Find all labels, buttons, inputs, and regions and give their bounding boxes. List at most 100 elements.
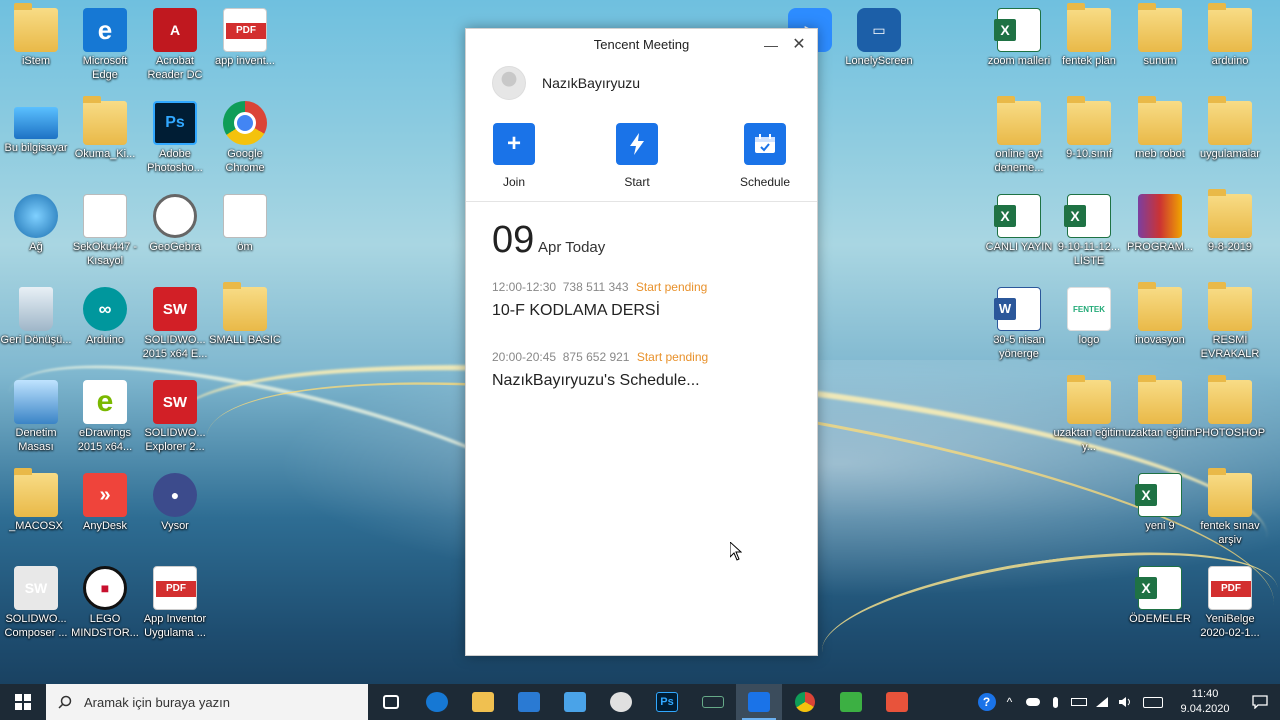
- desktop-icon[interactable]: e eDrawings 2015 x64...: [69, 380, 141, 454]
- start-menu-button[interactable]: [0, 684, 46, 720]
- taskbar-app-pc[interactable]: [552, 684, 598, 720]
- desktop-icon[interactable]: Ağ: [0, 194, 72, 254]
- desktop-icon[interactable]: SW SOLIDWO... Explorer 2...: [139, 380, 211, 454]
- edge-icon: e: [83, 8, 127, 52]
- desktop-icon[interactable]: GeoGebra: [139, 194, 211, 254]
- acro-icon: A: [153, 8, 197, 52]
- meeting-meta: 20:00-20:45 875 652 921 Start pending: [492, 350, 792, 364]
- battery-app-icon: [702, 696, 724, 708]
- taskbar-file-explorer[interactable]: [460, 684, 506, 720]
- desktop-icon[interactable]: iStem: [0, 3, 72, 68]
- desktop-icon[interactable]: 9-10-11-12... LİSTE: [1053, 194, 1125, 268]
- folder-icon: [223, 282, 267, 331]
- taskbar-camtasia[interactable]: [828, 684, 874, 720]
- desktop-icon[interactable]: PROGRAM...: [1124, 194, 1196, 254]
- taskbar-mail[interactable]: [506, 684, 552, 720]
- taskbar-photoshop[interactable]: Ps: [644, 684, 690, 720]
- desktop-icon[interactable]: Ps Adobe Photosho...: [139, 101, 211, 175]
- desktop-icon[interactable]: PHOTOSHOP: [1194, 375, 1266, 440]
- join-button[interactable]: + Join: [479, 123, 549, 189]
- notification-icon[interactable]: [1240, 684, 1280, 720]
- desktop-icon[interactable]: Okuma_Ki...: [69, 96, 141, 161]
- desktop-icon[interactable]: SW SOLIDWO... Composer ...: [0, 566, 72, 640]
- desktop-icon[interactable]: RESMİ EVRAKALR: [1194, 282, 1266, 361]
- desktop-icon[interactable]: SekOku447 - Kısayol: [69, 194, 141, 268]
- desktop-icon[interactable]: fentek sınav arşiv: [1194, 468, 1266, 547]
- task-view-icon: [383, 695, 399, 709]
- date-subtitle: Apr Today: [538, 239, 606, 256]
- close-button[interactable]: ✕: [789, 35, 809, 55]
- meeting-meta: 12:00-12:30 738 511 343 Start pending: [492, 280, 792, 294]
- desktop-icon[interactable]: uygulamalar: [1194, 96, 1266, 161]
- desktop-icon[interactable]: A Acrobat Reader DC: [139, 8, 211, 82]
- desktop-icon-label: 9-10-11-12... LİSTE: [1057, 241, 1121, 267]
- desktop-icon[interactable]: App Inventor Uygulama ...: [139, 566, 211, 640]
- desktop-icon[interactable]: _MACOSX: [0, 468, 72, 533]
- taskbar-edge[interactable]: [414, 684, 460, 720]
- keyboard-icon[interactable]: [1136, 684, 1170, 720]
- desktop-icon[interactable]: 9-10.sınıf: [1053, 96, 1125, 161]
- doc-icon: [223, 194, 267, 238]
- desktop-icon[interactable]: e Microsoft Edge: [69, 8, 141, 82]
- desktop-icon-label: uzaktan eğitim y...: [1053, 427, 1125, 453]
- desktop-icon-label: SOLIDWO... Composer ...: [4, 613, 68, 639]
- desktop-icon[interactable]: ● Vysor: [139, 473, 211, 533]
- desktop-icon[interactable]: online ayt deneme...: [983, 96, 1055, 175]
- desktop-icon[interactable]: 30-5 nisan yönerge: [983, 287, 1055, 361]
- desktop-icon[interactable]: » AnyDesk: [69, 473, 141, 533]
- taskbar-chrome[interactable]: [782, 684, 828, 720]
- volume-icon[interactable]: [1113, 684, 1136, 720]
- start-button[interactable]: Start: [602, 123, 672, 189]
- wifi-icon[interactable]: [1090, 684, 1113, 720]
- desktop-icon[interactable]: fentek plan: [1053, 3, 1125, 68]
- desktop-icon[interactable]: uzaktan eğitim: [1124, 375, 1196, 440]
- avatar[interactable]: [492, 66, 526, 100]
- meeting-item[interactable]: 20:00-20:45 875 652 921 Start pending Na…: [492, 350, 792, 390]
- desktop-icon[interactable]: ÖDEMELER: [1124, 566, 1196, 626]
- help-icon[interactable]: ?: [975, 684, 998, 720]
- desktop-icon[interactable]: inovasyon: [1124, 282, 1196, 347]
- folder-icon: [1067, 375, 1111, 424]
- meeting-item[interactable]: 12:00-12:30 738 511 343 Start pending 10…: [492, 280, 792, 320]
- desktop-icon[interactable]: zoom malleri: [983, 8, 1055, 68]
- desktop-icon[interactable]: FENTEK logo: [1053, 287, 1125, 347]
- taskbar-tencent-meeting[interactable]: [736, 684, 782, 720]
- tencent-meeting-icon: [748, 692, 770, 712]
- desktop-icon[interactable]: uzaktan eğitim y...: [1053, 375, 1125, 454]
- desktop-icon[interactable]: YeniBelge 2020-02-1...: [1194, 566, 1266, 640]
- desktop-icon-label: Adobe Photosho...: [147, 148, 203, 174]
- cloud-icon[interactable]: [1021, 684, 1044, 720]
- desktop-icon[interactable]: CANLI YAYIN: [983, 194, 1055, 254]
- microphone-icon[interactable]: [1044, 684, 1067, 720]
- desktop-icon-label: 9-10.sınıf: [1066, 148, 1112, 160]
- desktop-icon[interactable]: ▭ LonelyScreen: [843, 8, 915, 68]
- taskbar-app-battery[interactable]: [690, 684, 736, 720]
- desktop-icon[interactable]: Geri Dönüşü...: [0, 287, 72, 347]
- desktop-icon[interactable]: meb robot: [1124, 96, 1196, 161]
- desktop-icon[interactable]: sunum: [1124, 3, 1196, 68]
- desktop-icon[interactable]: arduino: [1194, 3, 1266, 68]
- desktop-icon-label: uzaktan eğitim: [1124, 427, 1196, 439]
- desktop-icon[interactable]: ■ LEGO MINDSTOR...: [69, 566, 141, 640]
- desktop-icon[interactable]: Google Chrome: [209, 101, 281, 175]
- desktop-icon[interactable]: app invent...: [209, 8, 281, 68]
- taskbar-search[interactable]: Aramak için buraya yazın: [46, 684, 368, 720]
- desktop-icon[interactable]: yeni 9: [1124, 473, 1196, 533]
- desktop-icon[interactable]: SW SOLIDWO... 2015 x64 E...: [139, 287, 211, 361]
- battery-icon[interactable]: [1067, 684, 1090, 720]
- desktop-icon-label: Ağ: [29, 241, 43, 253]
- desktop-icon[interactable]: ∞ Arduino: [69, 287, 141, 347]
- desktop-icon[interactable]: 9-8-2019: [1194, 189, 1266, 254]
- user-profile[interactable]: NazıkBayıryuzu: [492, 66, 640, 100]
- desktop-icon[interactable]: öm: [209, 194, 281, 254]
- minimize-button[interactable]: —: [761, 35, 781, 55]
- desktop-icon[interactable]: Bu bilgisayar: [0, 101, 72, 155]
- taskbar-app-paint[interactable]: [598, 684, 644, 720]
- desktop-icon[interactable]: SMALL BASIC: [209, 282, 281, 347]
- task-view-button[interactable]: [368, 684, 414, 720]
- taskbar-recorder[interactable]: [874, 684, 920, 720]
- desktop-icon[interactable]: Denetim Masası: [0, 380, 72, 454]
- schedule-button[interactable]: Schedule: [730, 123, 800, 189]
- clock[interactable]: 11:40 9.04.2020: [1170, 687, 1240, 717]
- chevron-up-icon[interactable]: ^: [998, 684, 1021, 720]
